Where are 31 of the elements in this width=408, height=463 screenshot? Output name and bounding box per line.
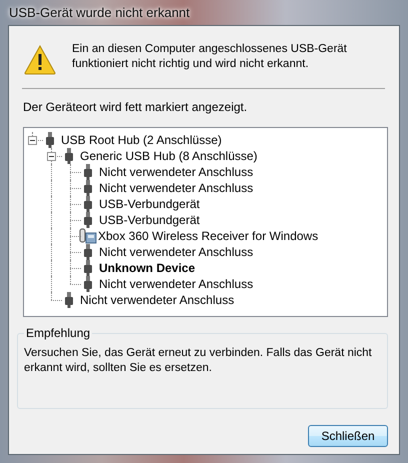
error-message: Ein an diesen Computer angeschlossenes USB-Gerät funktioniert nicht richtig und wird nicht erkannt. [72, 42, 348, 72]
recommendation-text: Versuchen Sie, das Gerät erneut zu verbinden. Falls das Gerät nicht erkannt wird, sollten Sie es ersetzen. [24, 346, 373, 376]
tree-item[interactable]: Xbox 360 Wireless Receiver for Windows [98, 229, 318, 243]
usb-plug-icon [83, 244, 93, 260]
close-button[interactable]: Schließen [308, 425, 388, 447]
usb-plug-icon [83, 260, 93, 276]
usb-plug-icon [83, 180, 93, 196]
tree-item[interactable]: USB-Verbundgerät [99, 197, 200, 211]
tree-item[interactable]: Nicht verwendeter Anschluss [99, 245, 254, 259]
usb-plug-icon [64, 148, 74, 164]
tree-item[interactable]: Generic USB Hub (8 Anschlüsse) [80, 149, 258, 163]
usb-plug-icon [83, 196, 93, 212]
receiver-icon [79, 228, 97, 244]
tree-item[interactable]: USB Root Hub (2 Anschlüsse) [61, 133, 222, 147]
tree-item[interactable]: Unknown Device [99, 261, 196, 275]
tree-item[interactable]: Nicht verwendeter Anschluss [80, 293, 234, 307]
tree-item[interactable]: USB-Verbundgerät [99, 213, 200, 227]
usb-plug-icon [45, 132, 55, 148]
tree-item[interactable]: Nicht verwendeter Anschluss [99, 165, 254, 179]
hint-text: Der Geräteort wird fett markiert angezeigt. [23, 100, 248, 114]
usb-plug-icon [83, 164, 93, 180]
warning-icon [24, 45, 56, 75]
collapse-toggle[interactable] [47, 152, 56, 161]
collapse-toggle[interactable] [28, 136, 37, 145]
tree-item[interactable]: Nicht verwendeter Anschluss [99, 181, 254, 195]
tree-item[interactable]: Nicht verwendeter Anschluss [99, 277, 254, 291]
usb-plug-icon [83, 276, 93, 292]
usb-plug-icon [64, 292, 74, 308]
window-title: USB-Gerät wurde nicht erkannt [9, 5, 190, 20]
group-title: Empfehlung [24, 326, 92, 340]
usb-plug-icon [83, 212, 93, 228]
